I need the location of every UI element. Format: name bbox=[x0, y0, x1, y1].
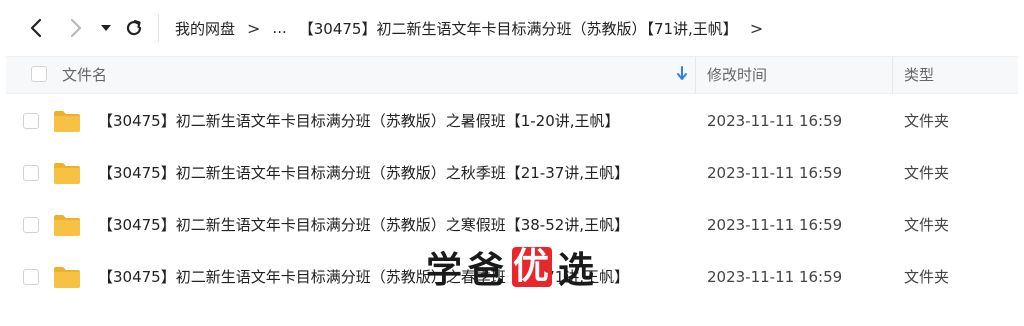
folder-icon bbox=[54, 267, 80, 288]
refresh-button[interactable] bbox=[116, 10, 152, 46]
row-checkbox[interactable] bbox=[23, 113, 39, 129]
breadcrumb-separator: > bbox=[749, 18, 764, 38]
file-type: 文件夹 bbox=[904, 216, 950, 234]
chevron-left-icon bbox=[30, 18, 42, 38]
breadcrumb-item-ellipsis[interactable]: ... bbox=[272, 19, 286, 37]
toolbar-divider bbox=[158, 14, 159, 42]
column-header-modified[interactable]: 修改时间 bbox=[707, 57, 767, 93]
watermark-logo: 学 爸 优 选 bbox=[424, 244, 598, 292]
folder-icon bbox=[54, 111, 80, 132]
table-row[interactable]: 【30475】初二新生语文年卡目标满分班（苏教版）之秋季班【21-37讲,王帆】… bbox=[6, 147, 1018, 199]
file-name[interactable]: 【30475】初二新生语文年卡目标满分班（苏教版）之暑假班【1-20讲,王帆】 bbox=[98, 95, 620, 147]
breadcrumb-separator: > bbox=[247, 18, 261, 38]
breadcrumb-item-root[interactable]: 我的网盘 bbox=[175, 18, 235, 39]
watermark-char: 学 bbox=[425, 250, 464, 291]
file-modified: 2023-11-11 16:59 bbox=[707, 112, 843, 130]
file-type: 文件夹 bbox=[904, 164, 950, 182]
row-checkbox[interactable] bbox=[23, 217, 39, 233]
caret-down-icon bbox=[101, 25, 111, 31]
file-name[interactable]: 【30475】初二新生语文年卡目标满分班（苏教版）之秋季班【21-37讲,王帆】 bbox=[98, 147, 629, 199]
column-header-name[interactable]: 文件名 bbox=[62, 57, 107, 93]
watermark-char: 选 bbox=[557, 250, 596, 291]
table-row[interactable]: 【30475】初二新生语文年卡目标满分班（苏教版）之暑假班【1-20讲,王帆】 … bbox=[6, 95, 1018, 147]
file-type: 文件夹 bbox=[904, 268, 950, 286]
column-header-type[interactable]: 类型 bbox=[904, 57, 934, 93]
file-type: 文件夹 bbox=[904, 112, 950, 130]
sort-down-arrow-icon[interactable] bbox=[676, 66, 688, 86]
column-divider[interactable] bbox=[695, 57, 696, 93]
watermark-char: 爸 bbox=[467, 250, 506, 291]
table-header: 文件名 修改时间 类型 bbox=[6, 56, 1018, 94]
toolbar: 我的网盘 > ... 【30475】初二新生语文年卡目标满分班（苏教版）【71讲… bbox=[0, 0, 1024, 56]
file-modified: 2023-11-11 16:59 bbox=[707, 268, 843, 286]
refresh-icon bbox=[126, 19, 142, 36]
row-checkbox[interactable] bbox=[23, 269, 39, 285]
column-divider[interactable] bbox=[892, 57, 893, 93]
back-button[interactable] bbox=[18, 10, 54, 46]
breadcrumb-item-current[interactable]: 【30475】初二新生语文年卡目标满分班（苏教版）【71讲,王帆】 bbox=[299, 18, 738, 39]
folder-icon bbox=[54, 215, 80, 236]
row-checkbox[interactable] bbox=[23, 165, 39, 181]
select-all-checkbox[interactable] bbox=[31, 66, 47, 82]
file-modified: 2023-11-11 16:59 bbox=[707, 216, 843, 234]
breadcrumb: 我的网盘 > ... 【30475】初二新生语文年卡目标满分班（苏教版）【71讲… bbox=[175, 0, 775, 56]
watermark-char-accent: 优 bbox=[512, 246, 552, 287]
folder-icon bbox=[54, 163, 80, 184]
chevron-right-icon bbox=[70, 18, 82, 38]
file-modified: 2023-11-11 16:59 bbox=[707, 164, 843, 182]
